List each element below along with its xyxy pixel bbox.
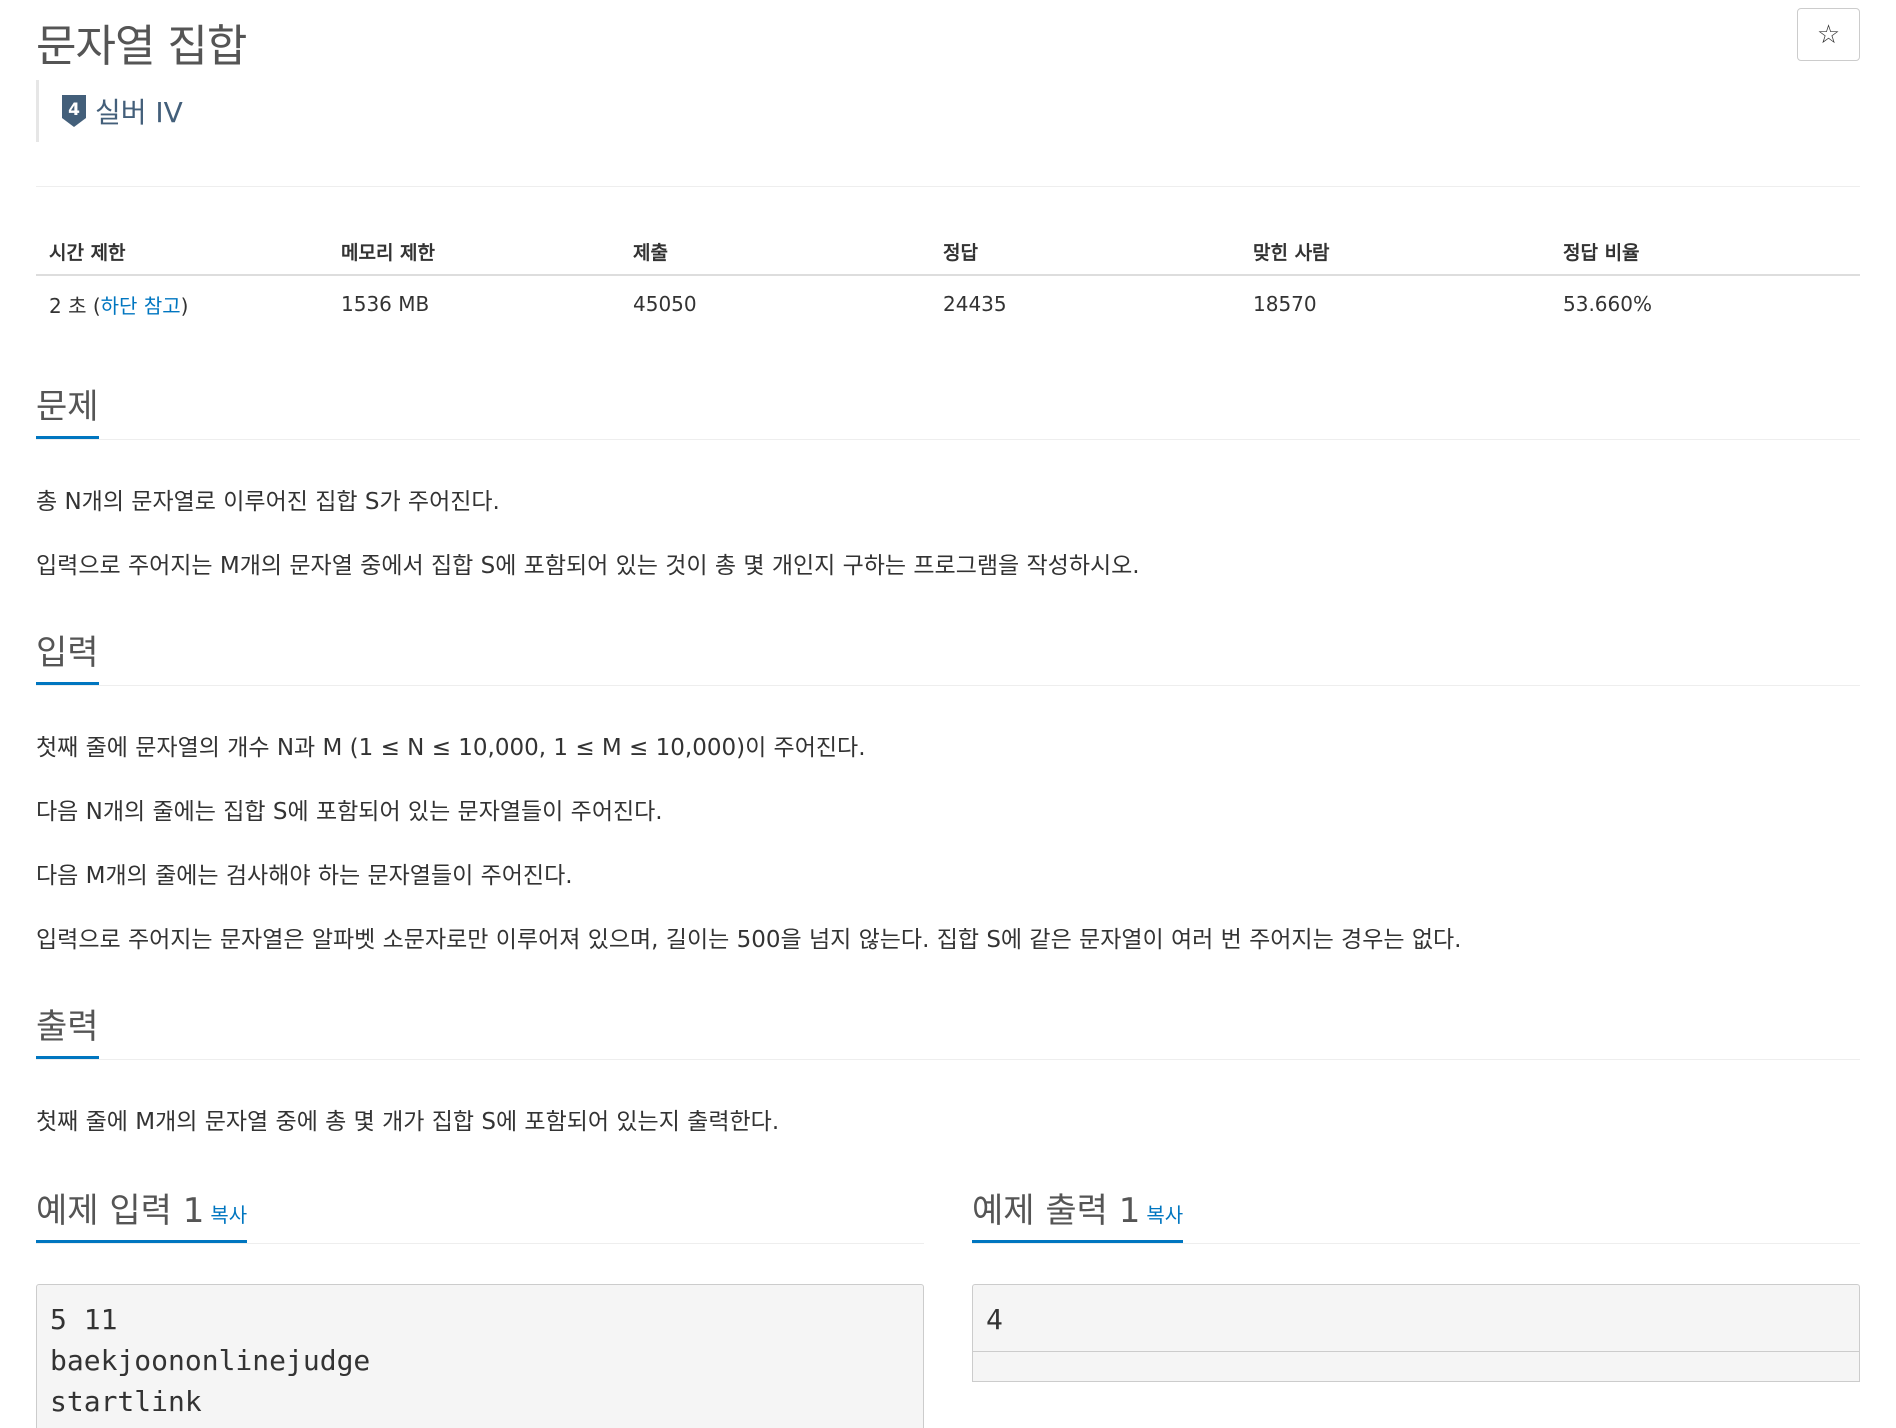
input-section: 입력 xyxy=(36,626,1860,686)
input-heading: 입력 xyxy=(36,634,99,685)
tier-label[interactable]: 실버 IV xyxy=(95,91,183,131)
problem-info-table: 시간 제한 메모리 제한 제출 정답 맞힌 사람 정답 비율 2 초 (하단 참… xyxy=(36,228,1860,332)
header-time-limit: 시간 제한 xyxy=(49,241,126,264)
table-header: 시간 제한 메모리 제한 제출 정답 맞힌 사람 정답 비율 xyxy=(36,228,1860,276)
tier-shield-icon: 4 xyxy=(62,95,86,127)
accepted-value: 24435 xyxy=(943,292,1007,316)
memory-limit-value: 1536 MB xyxy=(341,292,430,316)
input-text-1: 첫째 줄에 문자열의 개수 N과 M (1 ≤ N ≤ 10,000, 1 ≤ … xyxy=(36,735,866,761)
problem-text-2: 입력으로 주어지는 M개의 문자열 중에서 집합 S에 포함되어 있는 것이 총… xyxy=(36,553,1140,579)
sample-output-copy-button[interactable]: 복사 xyxy=(1146,1203,1183,1227)
problem-heading: 문제 xyxy=(36,388,99,439)
header-accepted: 정답 xyxy=(943,241,978,264)
sample-input-copy-button[interactable]: 복사 xyxy=(210,1203,247,1227)
output-heading: 출력 xyxy=(36,1008,99,1059)
time-limit-value: 2 초 (하단 참고) xyxy=(49,293,189,318)
sample-input-column: 예제 입력 1 복사 5 11 baekjoononlinejudge start… xyxy=(36,1184,924,1428)
star-button[interactable]: ☆ xyxy=(1797,8,1860,61)
ratio-value: 53.660% xyxy=(1563,292,1652,316)
star-icon: ☆ xyxy=(1816,19,1841,49)
solvers-value: 18570 xyxy=(1253,292,1317,316)
sample-output-box[interactable]: 4 xyxy=(972,1284,1860,1352)
output-section: 출력 xyxy=(36,1000,1860,1060)
tier-level: 4 xyxy=(68,100,80,120)
header-submissions: 제출 xyxy=(633,241,668,264)
table-row: 2 초 (하단 참고) 1536 MB 45050 24435 18570 53… xyxy=(36,276,1860,332)
sample-input-box[interactable]: 5 11 baekjoononlinejudge startlink xyxy=(36,1284,924,1428)
time-limit-note-link[interactable]: 하단 참고 xyxy=(101,294,181,318)
input-text-4: 입력으로 주어지는 문자열은 알파벳 소문자로만 이루어져 있으며, 길이는 5… xyxy=(36,927,1462,953)
tier-badge-block: 4 실버 IV xyxy=(36,80,183,142)
header-memory-limit: 메모리 제한 xyxy=(341,241,436,264)
page-title: 문자열 집합 xyxy=(36,21,247,72)
problem-text-1: 총 N개의 문자열로 이루어진 집합 S가 주어진다. xyxy=(36,489,500,515)
divider xyxy=(36,186,1860,187)
sample-output-column: 예제 출력 1 복사 4 xyxy=(972,1184,1860,1382)
sample-output-scrollbar-area xyxy=(972,1352,1860,1382)
problem-section: 문제 xyxy=(36,380,1860,440)
header-ratio: 정답 비율 xyxy=(1563,241,1640,264)
input-text-3: 다음 M개의 줄에는 검사해야 하는 문자열들이 주어진다. xyxy=(36,863,573,889)
header-solvers: 맞힌 사람 xyxy=(1253,241,1330,264)
sample-output-heading: 예제 출력 1 복사 xyxy=(972,1192,1184,1243)
submissions-value: 45050 xyxy=(633,292,697,316)
sample-input-heading: 예제 입력 1 복사 xyxy=(36,1192,248,1243)
output-text-1: 첫째 줄에 M개의 문자열 중에 총 몇 개가 집합 S에 포함되어 있는지 출… xyxy=(36,1109,780,1135)
input-text-2: 다음 N개의 줄에는 집합 S에 포함되어 있는 문자열들이 주어진다. xyxy=(36,799,663,825)
